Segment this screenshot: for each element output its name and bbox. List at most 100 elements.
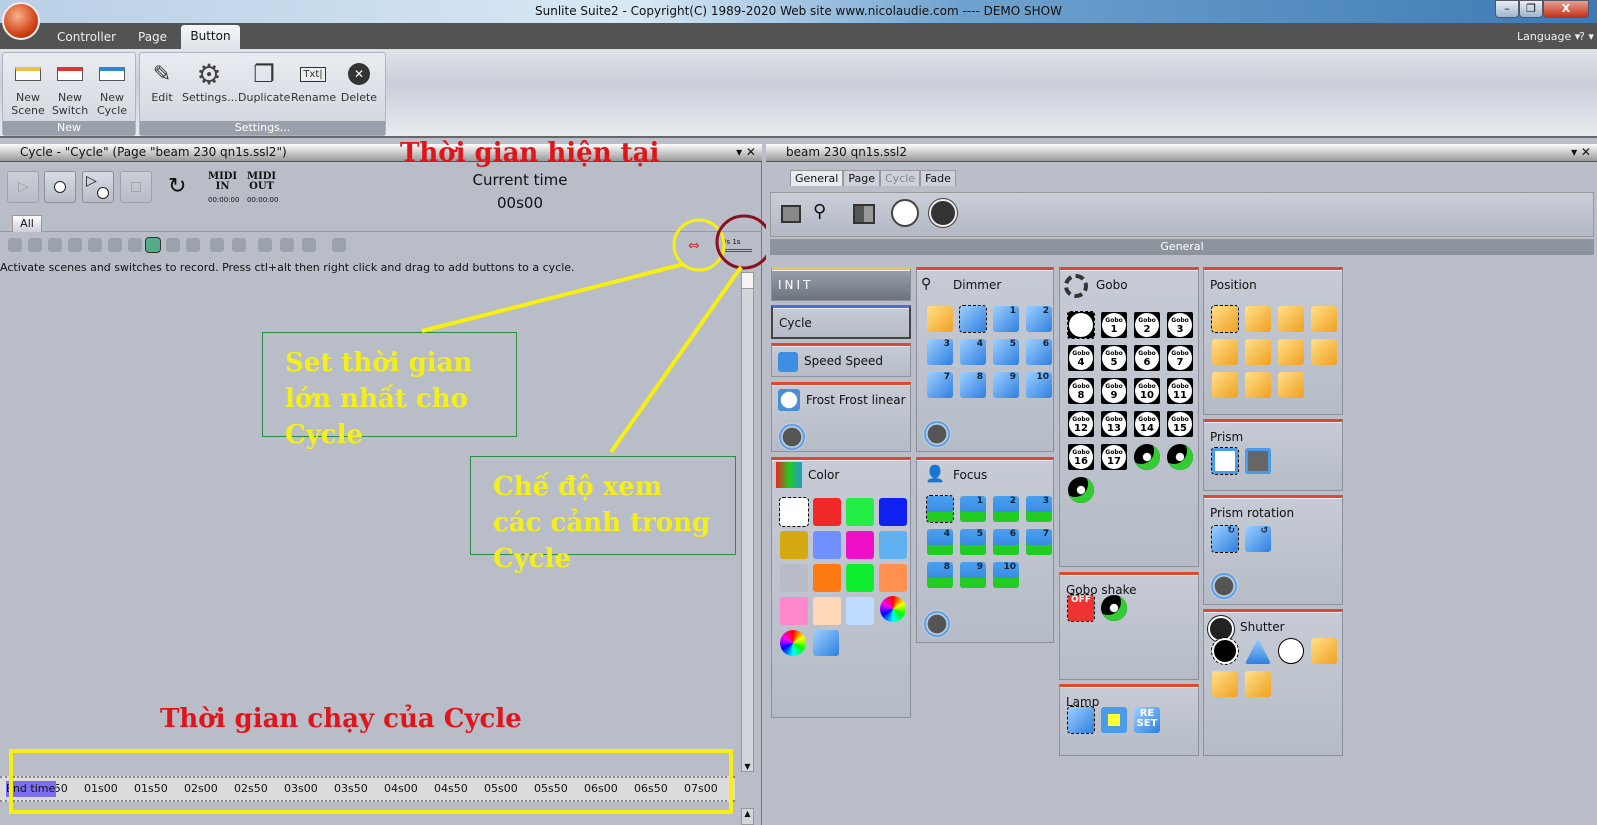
gobo-preset[interactable]: Gobo 16 (1068, 444, 1094, 470)
focus-knob[interactable] (923, 610, 951, 638)
color-swatch[interactable] (813, 531, 841, 559)
color-swatch[interactable] (813, 498, 841, 526)
cycle-toolbar-button[interactable] (128, 238, 142, 252)
frost-knob[interactable] (778, 423, 806, 451)
record-button[interactable] (44, 171, 76, 203)
dimmer-preset[interactable]: 5 (993, 339, 1019, 365)
gobo-preset[interactable]: Gobo 1 (1101, 312, 1127, 338)
gobo-rotate-button[interactable] (1068, 477, 1094, 503)
init-button[interactable]: INIT (771, 267, 911, 301)
prism-rotation-knob[interactable] (1210, 572, 1238, 600)
gobo-preset[interactable]: Gobo 11 (1167, 378, 1193, 404)
midi-in-button[interactable]: MIDI IN (208, 172, 237, 192)
shutter-effect[interactable] (1311, 638, 1337, 664)
color-wheel-button[interactable] (780, 630, 806, 656)
tab-fade[interactable]: Fade (920, 170, 956, 186)
new-switch-button[interactable]: New Switch (50, 57, 90, 117)
color-swatch[interactable] (846, 531, 874, 559)
cycle-toolbar-button[interactable] (186, 238, 200, 252)
cycle-toolbar-button[interactable] (8, 238, 22, 252)
color-swatch[interactable] (780, 531, 808, 559)
dimmer-preset[interactable]: 3 (927, 339, 953, 365)
midi-out-button[interactable]: MIDI OUT (247, 172, 276, 192)
shutter-effect[interactable] (1212, 671, 1238, 697)
language-menu[interactable]: Language ▾ (1517, 30, 1580, 43)
position-effect[interactable] (1245, 372, 1271, 398)
position-effect[interactable] (1245, 339, 1271, 365)
maximize-button[interactable]: ❐ (1519, 0, 1543, 18)
dimmer-preset[interactable]: 1 (993, 306, 1019, 332)
focus-preset[interactable]: 10 (993, 562, 1019, 588)
app-menu-orb[interactable] (2, 2, 40, 40)
cycle-toolbar-button[interactable] (210, 238, 224, 252)
focus-preset[interactable]: 8 (927, 562, 953, 588)
settings-button[interactable]: ⚙ Settings... (182, 57, 238, 104)
gobo-preset[interactable]: Gobo 2 (1134, 312, 1160, 338)
position-effect[interactable] (1278, 339, 1304, 365)
tab-all[interactable]: All (12, 215, 42, 232)
position-effect[interactable] (1212, 372, 1238, 398)
cycle-toolbar-button[interactable] (232, 238, 246, 252)
position-effect[interactable] (1278, 372, 1304, 398)
gobo-rotate-button[interactable] (1167, 444, 1193, 470)
cycle-toolbar-button[interactable] (48, 238, 62, 252)
white-circle-button[interactable] (891, 199, 919, 227)
new-cycle-button[interactable]: New Cycle (92, 57, 132, 117)
cycle-toolbar-button[interactable] (145, 237, 161, 253)
gobo-preset[interactable]: Gobo 9 (1101, 378, 1127, 404)
new-scene-button[interactable]: New Scene (9, 57, 47, 117)
color-swatch[interactable] (779, 497, 809, 527)
gobo-preset[interactable]: Gobo 10 (1134, 378, 1160, 404)
dimmer-preset[interactable]: 2 (1026, 306, 1052, 332)
dimmer-preset[interactable]: 9 (993, 372, 1019, 398)
focus-preset[interactable]: 1 (960, 496, 986, 522)
gobo-preset[interactable]: Gobo 3 (1167, 312, 1193, 338)
gobo-shake-off[interactable]: OFF (1067, 594, 1095, 622)
position-effect[interactable] (1245, 306, 1271, 332)
dark-circle-button[interactable] (928, 198, 958, 228)
focus-preset[interactable]: 2 (993, 496, 1019, 522)
color-swatch[interactable] (846, 597, 874, 625)
shutter-effect[interactable] (1245, 671, 1271, 697)
gobo-preset[interactable]: Gobo 4 (1068, 345, 1094, 371)
shutter-strobe[interactable] (1245, 638, 1271, 664)
color-wheel-button[interactable] (880, 596, 906, 622)
focus-preset[interactable]: 6 (993, 529, 1019, 555)
color-swatch[interactable] (780, 597, 808, 625)
color-swatch[interactable] (813, 564, 841, 592)
focus-preset[interactable]: 9 (960, 562, 986, 588)
color-swatch[interactable] (846, 498, 874, 526)
cycle-toolbar-button[interactable] (280, 238, 294, 252)
panel-close-icon[interactable]: ▾ ✕ (736, 144, 756, 161)
lamp-reset-button[interactable]: RE SET (1134, 707, 1160, 733)
position-effect[interactable] (1311, 306, 1337, 332)
dimmer-knob[interactable] (923, 420, 951, 448)
position-effect[interactable] (1311, 339, 1337, 365)
prism-rotate-ccw[interactable]: ↺ (1245, 526, 1271, 552)
color-swatch[interactable] (780, 564, 808, 592)
tab-cycle[interactable]: Cycle (880, 170, 921, 186)
panel-close-icon[interactable]: ▾ ✕ (1571, 144, 1591, 161)
stop-button[interactable] (120, 171, 152, 203)
scroll-up-button[interactable]: ▲ (741, 808, 754, 825)
minimize-button[interactable]: – (1495, 0, 1519, 18)
cycle-toolbar-button[interactable] (258, 238, 272, 252)
set-max-time-icon[interactable]: ⇔ (688, 238, 700, 254)
focus-preset[interactable]: 5 (960, 529, 986, 555)
cycle-toolbar-button[interactable] (302, 238, 316, 252)
shutter-open[interactable] (1278, 638, 1304, 664)
tab-controller[interactable]: Controller (57, 30, 116, 44)
delete-button[interactable]: ✕ Delete (337, 57, 381, 104)
close-button[interactable]: X (1543, 0, 1589, 18)
cycle-toolbar-button[interactable] (88, 238, 102, 252)
color-rotate-button[interactable] (813, 630, 839, 656)
position-effect[interactable] (1212, 339, 1238, 365)
lamp-on-button[interactable] (1101, 707, 1127, 733)
tab-page[interactable]: Page (138, 30, 167, 44)
rename-button[interactable]: Txt| Rename (291, 57, 336, 104)
tab-page[interactable]: Page (843, 170, 880, 186)
dimmer-preset[interactable]: 7 (927, 372, 953, 398)
dimmer-preset[interactable]: 4 (960, 339, 986, 365)
gobo-preset[interactable]: Gobo 13 (1101, 411, 1127, 437)
dimmer-preset[interactable]: 8 (960, 372, 986, 398)
